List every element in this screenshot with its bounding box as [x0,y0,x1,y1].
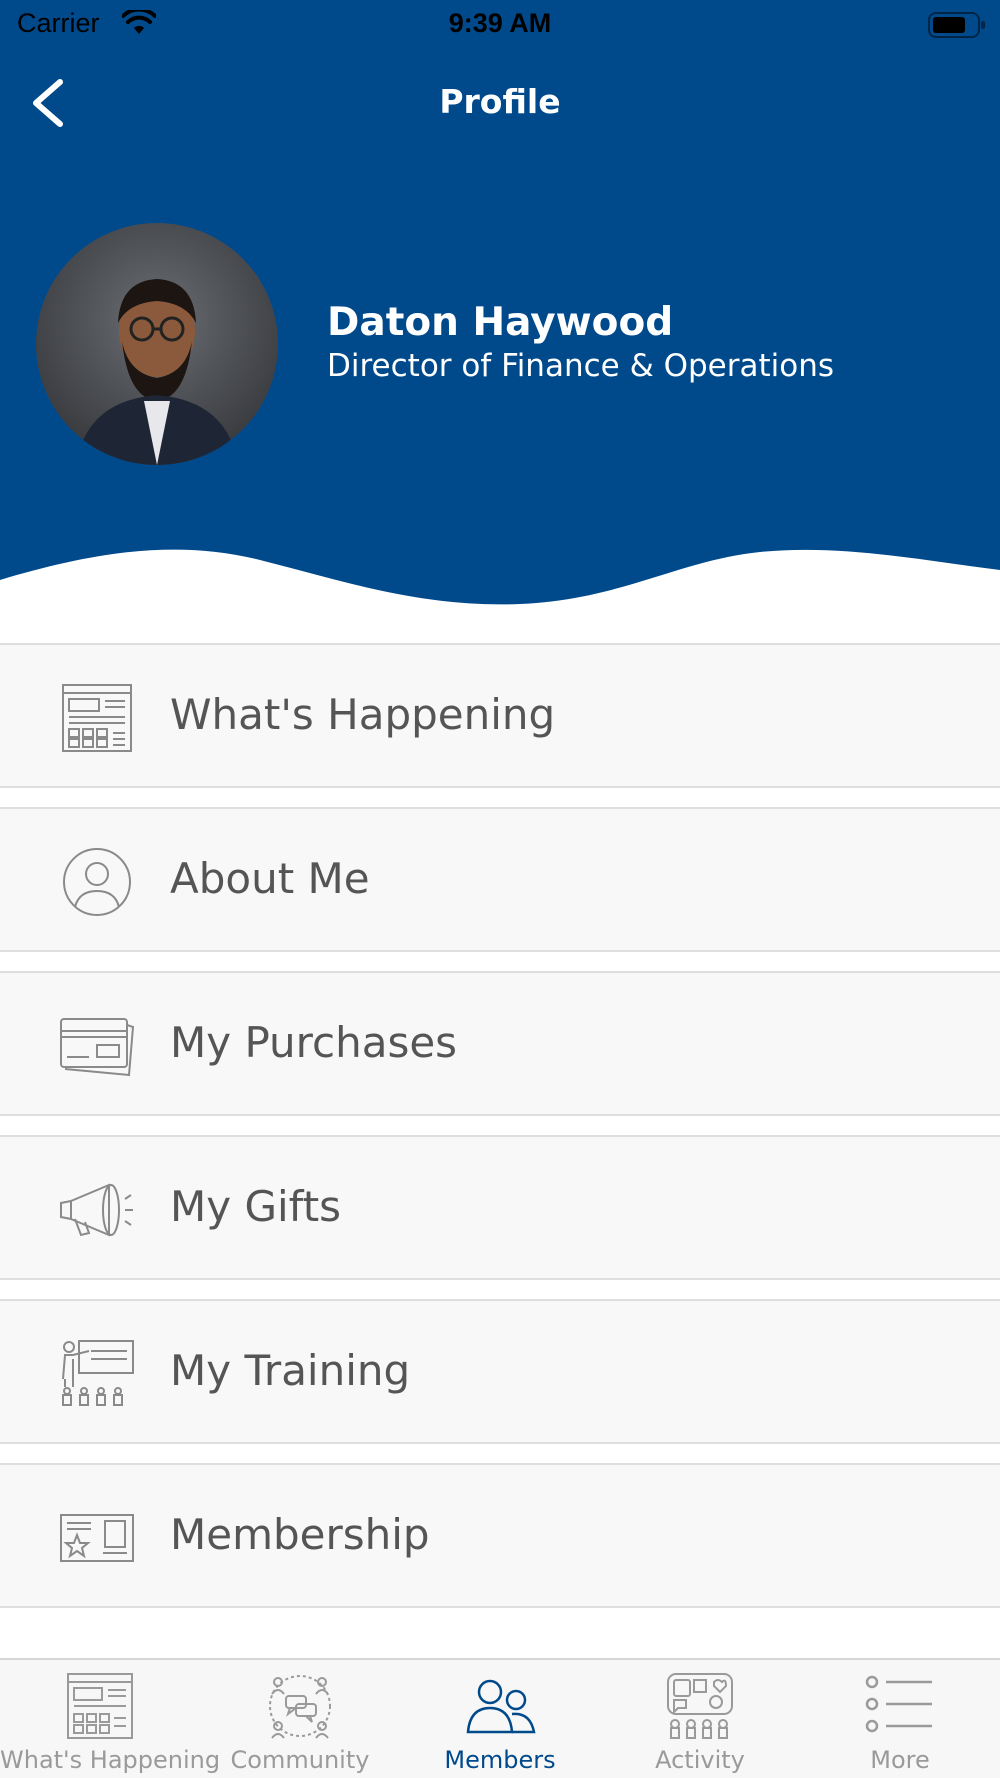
menu-item-label: What's Happening [170,690,556,739]
community-chat-icon [264,1670,336,1742]
profile-name: Daton Haywood [327,300,674,345]
menu-item-label: My Gifts [170,1182,342,1231]
profile-header: Carrier 9:39 AM Profile Daton Haywood Di… [0,0,1000,630]
megaphone-icon [57,1175,137,1245]
menu-item-about-me[interactable]: About Me [0,807,1000,952]
tab-label: Members [444,1746,556,1774]
activity-board-icon [664,1670,736,1742]
membership-card-icon [57,1503,137,1573]
menu-item-my-purchases[interactable]: My Purchases [0,971,1000,1116]
tab-label: Community [230,1746,370,1774]
tab-members[interactable]: Members [400,1660,600,1778]
menu-item-label: My Purchases [170,1018,458,1067]
tab-label: What's Happening [0,1746,221,1774]
profile-role: Director of Finance & Operations [327,348,835,384]
menu-item-my-gifts[interactable]: My Gifts [0,1135,1000,1280]
tab-label: Activity [655,1746,745,1774]
menu-item-label: About Me [170,854,370,903]
tab-community[interactable]: Community [200,1660,400,1778]
page-title: Profile [439,82,561,121]
newspaper-icon [64,1670,136,1742]
menu-item-my-training[interactable]: My Training [0,1299,1000,1444]
avatar [36,223,278,465]
tab-more[interactable]: More [800,1660,1000,1778]
status-time: 9:39 AM [448,8,552,38]
list-icon [864,1670,936,1742]
menu-item-whats-happening[interactable]: What's Happening [0,643,1000,788]
profile-menu: What's Happening About Me My Purchases M… [0,643,1000,1627]
menu-item-label: My Training [170,1346,411,1395]
tab-bar: What's Happening Community Members Activ… [0,1658,1000,1778]
status-bar: Carrier 9:39 AM [0,0,1000,50]
credit-card-icon [57,1011,137,1081]
tab-activity[interactable]: Activity [600,1660,800,1778]
menu-item-membership[interactable]: Membership [0,1463,1000,1608]
presenter-board-icon [57,1339,137,1409]
menu-item-label: Membership [170,1510,430,1559]
user-circle-icon [57,847,137,917]
tab-whats-happening[interactable]: What's Happening [0,1660,221,1778]
newspaper-icon [57,683,137,753]
battery-icon [928,11,986,39]
members-icon [464,1670,536,1742]
header-wave [0,549,1000,630]
tab-label: More [870,1746,930,1774]
navigation-bar: Profile [0,60,1000,146]
